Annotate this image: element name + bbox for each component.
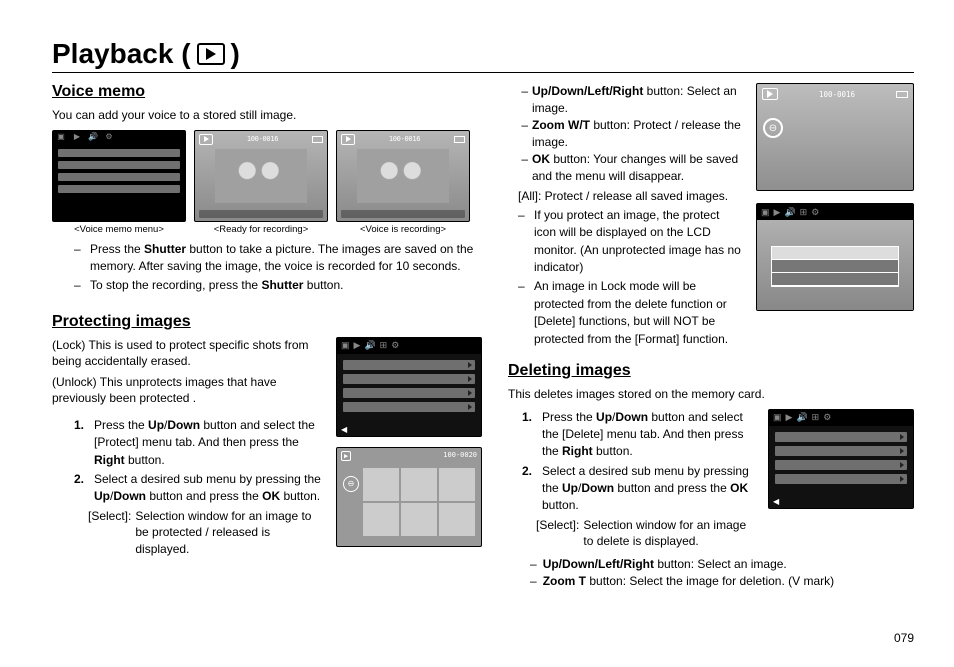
delete-select-row: [Select]: Selection window for an image … bbox=[522, 517, 754, 550]
thumb-protected-image: 100-0016 ⊖ bbox=[756, 83, 914, 191]
thumb-is-recording: 100-0016 <Voice is recording> bbox=[336, 130, 470, 235]
protecting-intro2: (Unlock) This unprotects images that hav… bbox=[52, 374, 324, 407]
page-title-prefix: Playback ( bbox=[52, 38, 191, 70]
page-title-row: Playback ( ) bbox=[52, 38, 914, 73]
voice-memo-thumb-row: ▣▶🔊⚙ <Voice memo menu> 100-0016 <Ready f… bbox=[52, 130, 482, 235]
protecting-heading: Protecting images bbox=[52, 313, 482, 331]
deleting-intro: This deletes images stored on the memory… bbox=[508, 386, 914, 403]
page-title-suffix: ) bbox=[231, 38, 240, 70]
thumb-ready-recording: 100-0016 <Ready for recording> bbox=[194, 130, 328, 235]
thumb-file-number-4: 100-0016 bbox=[819, 90, 855, 99]
right-column: – Up/Down/Left/Right button: Select an i… bbox=[508, 83, 914, 590]
protect-step-2: 2. Select a desired sub menu by pressing… bbox=[74, 471, 324, 506]
thumb-voice-menu: ▣▶🔊⚙ <Voice memo menu> bbox=[52, 130, 186, 235]
protect-all: [All]: Protect / release all saved image… bbox=[508, 188, 742, 205]
protecting-intro1: (Lock) This is used to protect specific … bbox=[52, 337, 324, 370]
ctrl-zoom: – Zoom W/T button: Protect / release the… bbox=[518, 117, 742, 150]
caption-ready: <Ready for recording> bbox=[194, 224, 328, 235]
protect-select-row: [Select]: Selection window for an image … bbox=[74, 508, 324, 558]
caption-recording: <Voice is recording> bbox=[336, 224, 470, 235]
voice-bullet-2: – To stop the recording, press the Shutt… bbox=[74, 277, 482, 294]
thumb-delete-menu: ▣▶🔊⊞⚙ ◀ bbox=[768, 409, 914, 509]
thumb-protect-select: ▶100-0020 ⊖ bbox=[336, 447, 482, 547]
delete-tail-2: –Zoom T button: Select the image for del… bbox=[530, 573, 914, 590]
playback-icon bbox=[197, 43, 225, 65]
ctrl-ok: – OK button: Your changes will be saved … bbox=[518, 151, 742, 184]
lock-icon-circled: ⊖ bbox=[763, 118, 783, 138]
thumb-file-number-3: 100-0020 bbox=[443, 451, 477, 461]
caption-voice-menu: <Voice memo menu> bbox=[52, 224, 186, 235]
thumb-file-number-2: 100-0016 bbox=[389, 135, 420, 143]
delete-step-1: 1. Press the Up/Down button and select t… bbox=[522, 409, 754, 461]
thumb-file-number: 100-0016 bbox=[247, 135, 278, 143]
thumb-protect-all-dialog: ▣▶🔊⊞⚙ bbox=[756, 203, 914, 311]
deleting-heading: Deleting images bbox=[508, 362, 914, 380]
protect-note-2: –An image in Lock mode will be protected… bbox=[518, 278, 742, 348]
voice-bullet-1: – Press the Shutter button to take a pic… bbox=[74, 241, 482, 276]
ctrl-navigate: – Up/Down/Left/Right button: Select an i… bbox=[518, 83, 742, 116]
lock-icon: ⊖ bbox=[343, 476, 359, 492]
left-column: Voice memo You can add your voice to a s… bbox=[52, 83, 482, 590]
manual-page: Playback ( ) Voice memo You can add your… bbox=[0, 0, 954, 618]
protect-step-1: 1. Press the Up/Down button and select t… bbox=[74, 417, 324, 469]
delete-tail-1: –Up/Down/Left/Right button: Select an im… bbox=[530, 556, 914, 573]
thumb-protect-menu: ▣▶🔊⊞⚙ ◀ bbox=[336, 337, 482, 437]
delete-step-2: 2. Select a desired sub menu by pressing… bbox=[522, 463, 754, 515]
voice-memo-intro: You can add your voice to a stored still… bbox=[52, 107, 482, 124]
protect-note-1: –If you protect an image, the protect ic… bbox=[518, 207, 742, 277]
page-number: 079 bbox=[894, 631, 914, 645]
voice-memo-heading: Voice memo bbox=[52, 83, 482, 101]
